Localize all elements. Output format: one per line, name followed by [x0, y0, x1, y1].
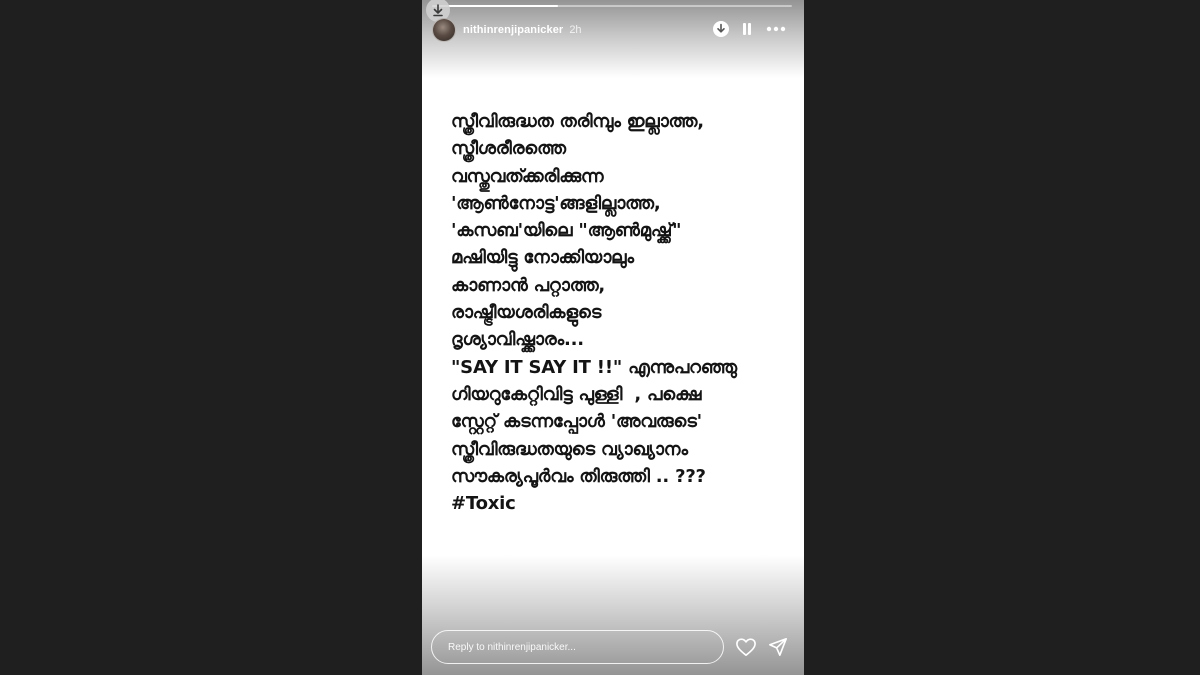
more-icon [766, 26, 786, 32]
reply-input[interactable] [431, 630, 724, 664]
timestamp: 2h [569, 24, 582, 36]
header-actions [712, 18, 788, 40]
username[interactable]: nithinrenjipanicker [463, 24, 563, 36]
save-icon [713, 21, 729, 37]
send-icon [769, 638, 787, 656]
story-progress-bar [432, 5, 792, 7]
download-icon [433, 4, 443, 17]
story-progress-fill [432, 5, 558, 7]
viewer-backdrop: nithinrenjipanicker 2h സ്ത്രീവിരുദ്ധത തര… [0, 0, 1200, 675]
heart-icon [736, 638, 756, 656]
pause-icon [743, 23, 751, 35]
story-text: സ്ത്രീവിരുദ്ധത തരിമ്പും ഇല്ലാത്ത, സ്ത്രീ… [451, 111, 737, 515]
save-button[interactable] [712, 18, 730, 40]
pause-button[interactable] [738, 18, 756, 40]
story-footer [431, 630, 797, 664]
avatar[interactable] [432, 18, 456, 42]
story-header: nithinrenjipanicker 2h [432, 17, 794, 43]
more-options-button[interactable] [764, 18, 788, 40]
share-button[interactable] [766, 635, 790, 659]
like-button[interactable] [734, 635, 758, 659]
story-card[interactable]: nithinrenjipanicker 2h സ്ത്രീവിരുദ്ധത തര… [422, 0, 804, 675]
